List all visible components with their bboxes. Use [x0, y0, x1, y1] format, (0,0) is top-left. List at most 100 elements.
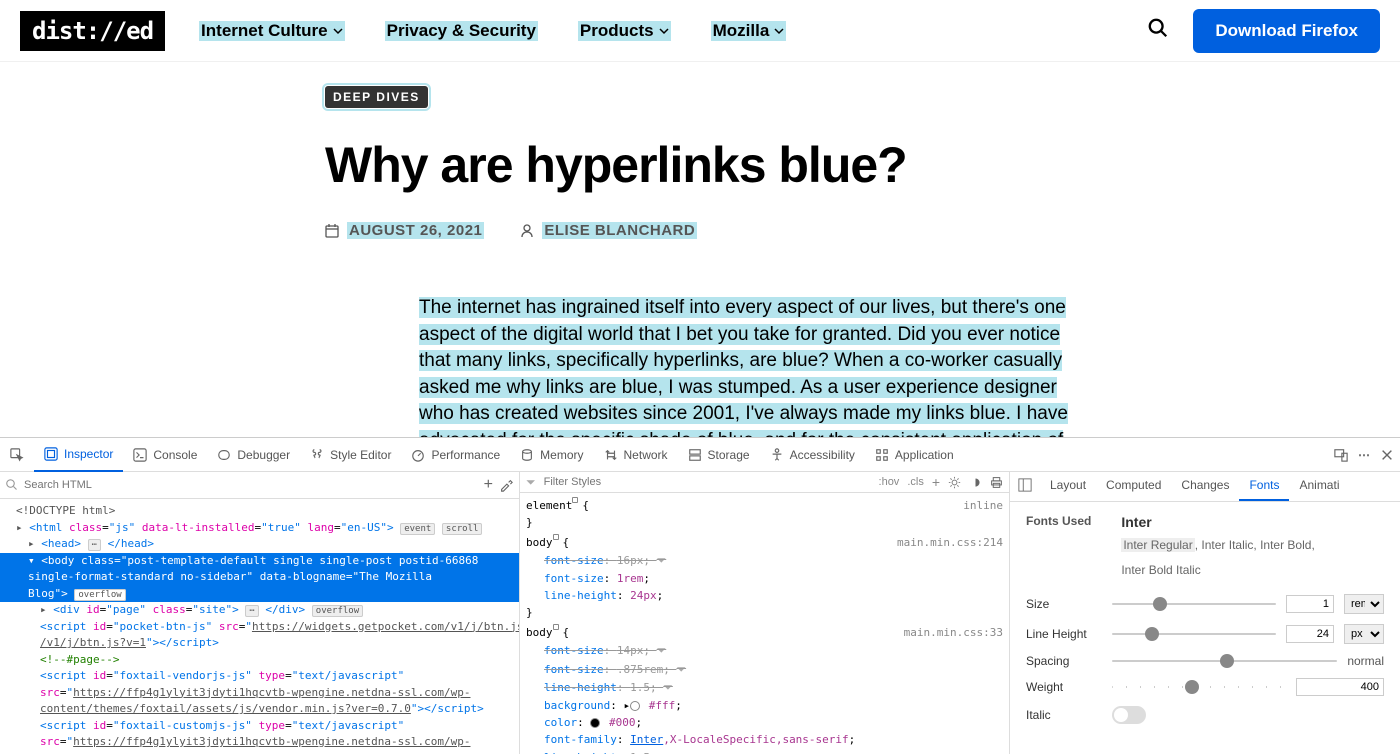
lineheight-input[interactable] [1286, 625, 1334, 643]
script-src[interactable]: https://widgets.getpocket.com/v1/j/btn.j… [252, 620, 519, 633]
lineheight-slider[interactable] [1112, 633, 1276, 635]
weight-input[interactable] [1296, 678, 1384, 696]
side-panel: Layout Computed Changes Fonts Animati Fo… [1010, 472, 1400, 754]
article-title: Why are hyperlinks blue? [325, 136, 1075, 194]
more-icon[interactable]: ⋯ [1358, 448, 1370, 462]
nav-privacy-security[interactable]: Privacy & Security [385, 21, 538, 41]
html-search-bar: + [0, 472, 519, 499]
dom-line[interactable]: <head> [41, 537, 81, 550]
control-label: Spacing [1026, 654, 1102, 668]
italic-toggle[interactable] [1112, 706, 1146, 724]
lineheight-unit-select[interactable]: px [1344, 624, 1384, 644]
print-icon[interactable] [990, 476, 1003, 489]
font-variants: Inter Regular, Inter Italic, Inter Bold, [1121, 536, 1314, 555]
tab-inspector[interactable]: Inspector [34, 438, 123, 472]
weight-slider[interactable] [1112, 686, 1286, 688]
selector[interactable]: element [526, 497, 572, 514]
rule-source[interactable]: main.min.css:33 [904, 624, 1003, 641]
scroll-badge[interactable]: scroll [442, 523, 483, 535]
size-slider[interactable] [1112, 603, 1276, 605]
category-badge[interactable]: DEEP DIVES [325, 86, 428, 108]
filter-styles-input[interactable] [544, 476, 644, 488]
tab-debugger[interactable]: Debugger [207, 438, 300, 472]
spacing-value: normal [1347, 654, 1384, 668]
logo[interactable]: dist://ed [20, 11, 165, 51]
close-icon[interactable] [1380, 448, 1394, 462]
add-node-icon[interactable]: + [484, 476, 493, 494]
chevron-down-icon [659, 26, 669, 36]
tab-performance[interactable]: Performance [401, 438, 510, 472]
nav-label: Internet Culture [201, 21, 328, 41]
spacing-slider[interactable] [1112, 660, 1337, 662]
hov-button[interactable]: :hov [879, 476, 900, 488]
search-icon[interactable] [1147, 17, 1169, 44]
tab-label: Inspector [64, 447, 113, 461]
dom-line: </head> [108, 537, 154, 550]
eyedropper-icon[interactable] [499, 478, 513, 492]
rule-source[interactable]: main.min.css:214 [897, 534, 1003, 551]
side-tab-computed[interactable]: Computed [1096, 472, 1171, 501]
cls-button[interactable]: .cls [907, 476, 924, 488]
article: DEEP DIVES Why are hyperlinks blue? AUGU… [325, 62, 1075, 437]
devtools-toolbar: Inspector Console Debugger Style Editor … [0, 438, 1400, 472]
tab-console[interactable]: Console [123, 438, 207, 472]
add-rule-icon[interactable]: + [932, 474, 940, 490]
author-text[interactable]: ELISE BLANCHARD [542, 222, 697, 239]
overflow-badge[interactable]: overflow [74, 589, 125, 601]
filter-icon: ⏷ [526, 475, 536, 490]
size-input[interactable] [1286, 595, 1334, 613]
rule-source[interactable]: inline [963, 497, 1003, 514]
dom-line[interactable]: <!DOCTYPE html> [16, 504, 115, 517]
tab-network[interactable]: Network [594, 438, 678, 472]
tab-accessibility[interactable]: Accessibility [760, 438, 865, 472]
side-tab-changes[interactable]: Changes [1171, 472, 1239, 501]
download-firefox-button[interactable]: Download Firefox [1193, 9, 1380, 53]
element-picker-button[interactable] [0, 448, 34, 462]
nav-label: Privacy & Security [387, 21, 536, 41]
layout-view-icon[interactable] [1010, 472, 1040, 501]
responsive-design-icon[interactable] [1334, 448, 1348, 462]
dark-mode-icon[interactable] [969, 476, 982, 489]
devtools-panel: Inspector Console Debugger Style Editor … [0, 437, 1400, 754]
tab-label: Storage [708, 448, 750, 462]
tab-memory[interactable]: Memory [510, 438, 593, 472]
toolbar-right: ⋯ [1334, 448, 1394, 462]
spacing-control: Spacing normal [1026, 654, 1384, 668]
styles-rules[interactable]: element {inline } body {main.min.css:214… [520, 493, 1009, 754]
styles-header: ⏷ :hov .cls + [520, 472, 1009, 493]
more-badge[interactable]: ⋯ [88, 539, 101, 551]
dom-tree[interactable]: <!DOCTYPE html> ▸ <html class="js" data-… [0, 499, 519, 754]
main-nav: Internet Culture Privacy & Security Prod… [199, 21, 1147, 41]
side-tab-layout[interactable]: Layout [1040, 472, 1096, 501]
control-label: Line Height [1026, 627, 1102, 641]
selector[interactable]: body [526, 534, 553, 551]
nav-products[interactable]: Products [578, 21, 671, 41]
event-badge[interactable]: event [400, 523, 435, 535]
search-html-input[interactable] [24, 479, 248, 491]
side-tab-fonts[interactable]: Fonts [1239, 472, 1289, 501]
control-label: Italic [1026, 708, 1102, 722]
body-paragraph: The internet has ingrained itself into e… [419, 297, 1068, 437]
tab-style-editor[interactable]: Style Editor [300, 438, 401, 472]
tab-application[interactable]: Application [865, 438, 964, 472]
font-family-name: Inter [1121, 514, 1314, 530]
fonts-used-label: Fonts Used [1026, 514, 1091, 580]
size-unit-select[interactable]: rem [1344, 594, 1384, 614]
dom-selected-body[interactable]: ▾ <body class="post-template-default sin… [0, 553, 519, 570]
selector[interactable]: body [526, 624, 553, 641]
dom-comment[interactable]: <!--#page--> [40, 653, 119, 666]
side-tab-animations[interactable]: Animati [1289, 472, 1349, 501]
light-mode-icon[interactable] [948, 476, 961, 489]
tab-label: Debugger [237, 448, 290, 462]
overflow-badge[interactable]: overflow [312, 605, 363, 617]
control-label: Size [1026, 597, 1102, 611]
tab-label: Console [153, 448, 197, 462]
italic-control: Italic [1026, 706, 1384, 724]
nav-mozilla[interactable]: Mozilla [711, 21, 787, 41]
tab-storage[interactable]: Storage [678, 438, 760, 472]
nav-label: Products [580, 21, 654, 41]
date-text: AUGUST 26, 2021 [347, 222, 484, 239]
tab-label: Network [624, 448, 668, 462]
more-badge[interactable]: ⋯ [245, 605, 258, 617]
nav-internet-culture[interactable]: Internet Culture [199, 21, 345, 41]
